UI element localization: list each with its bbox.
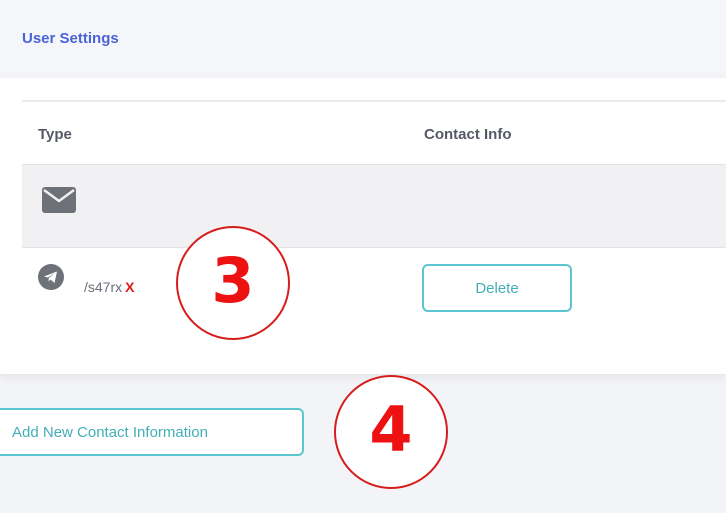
table-header: Type Contact Info (22, 102, 726, 164)
table-row (22, 164, 726, 248)
annotation-marker-4: 4 (334, 375, 448, 489)
delete-button[interactable]: Delete (422, 264, 572, 312)
handle-text: /s47rx (84, 279, 123, 295)
redacted-x-mark: X (125, 279, 135, 295)
contact-handle: /s47rx X (84, 279, 134, 295)
settings-header: User Settings (0, 0, 726, 72)
telegram-icon (38, 264, 64, 290)
page-title: User Settings (22, 30, 119, 47)
column-header-contact-info: Contact Info (424, 126, 512, 143)
annotation-marker-3: 3 (176, 226, 290, 340)
contact-card: Type Contact Info /s47rx X Delete (0, 78, 726, 374)
contact-table: Type Contact Info /s47rx X Delete (22, 100, 726, 344)
column-header-type: Type (38, 126, 72, 143)
add-new-contact-button[interactable]: Add New Contact Information (0, 408, 304, 456)
table-row: /s47rx X Delete (22, 248, 726, 344)
envelope-icon (42, 187, 76, 213)
